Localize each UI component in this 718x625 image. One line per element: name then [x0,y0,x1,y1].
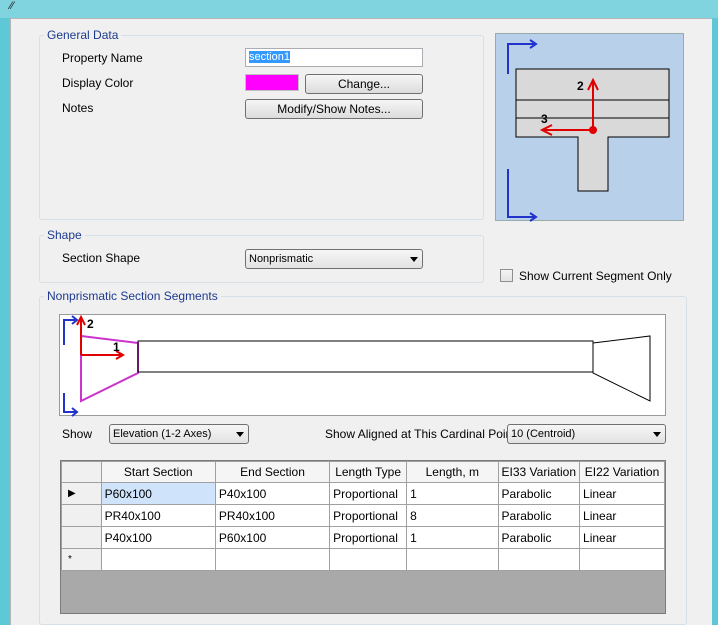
elevation-preview: 2 1 [59,314,666,417]
row-header[interactable] [61,526,102,549]
segment-3-tapered [592,335,651,402]
table-cell-empty[interactable] [329,548,408,571]
window-title-strip: ⁄⁄ [0,0,718,18]
table-row[interactable]: ▶ P60x100 P40x100 Proportional 1 Parabol… [61,482,665,505]
elev-axis-1-label: 1 [113,340,120,354]
elev-axis-2-label: 2 [87,317,94,331]
window-icon: ⁄⁄ [10,0,14,12]
table-cell[interactable]: P40x100 [100,526,216,549]
show-current-segment-checkbox[interactable] [500,269,513,282]
table-cell[interactable]: P40x100 [214,482,331,505]
chevron-down-icon [653,432,661,437]
table-cell-empty[interactable] [579,548,665,571]
table-cell[interactable]: Linear [579,504,665,527]
show-view-value: Elevation (1-2 Axes) [113,428,212,440]
change-color-button[interactable]: Change... [305,74,423,94]
new-row-marker[interactable]: * [61,548,102,571]
notes-label: Notes [62,101,94,115]
table-cell-empty[interactable] [406,548,499,571]
elevation-preview-svg: 2 1 [63,314,651,417]
property-name-input[interactable]: section1 [245,48,423,67]
display-color-label: Display Color [62,76,134,90]
column-header[interactable]: Start Section [100,461,216,483]
section-shape-value: Nonprismatic [249,253,314,265]
table-cell[interactable]: Linear [579,482,665,505]
table-cell[interactable]: 8 [406,504,499,527]
table-cell-empty[interactable] [214,548,331,571]
section-shape-dropdown[interactable]: Nonprismatic [245,249,423,269]
show-current-segment-label: Show Current Segment Only [519,269,672,283]
cardinal-point-label: Show Aligned at This Cardinal Point [325,427,516,441]
table-cell[interactable]: Proportional [329,526,408,549]
chevron-down-icon [410,257,418,262]
table-row[interactable]: PR40x100 PR40x100 Proportional 8 Parabol… [61,504,665,527]
current-row-marker[interactable]: ▶ [61,482,102,505]
table-cell[interactable]: 1 [406,482,499,505]
table-cell-empty[interactable] [100,548,216,571]
table-cell[interactable]: PR40x100 [100,504,216,527]
segments-table: Start Section End Section Length Type Le… [61,461,665,571]
corner-marker-bottom [507,169,536,218]
table-cell[interactable]: Linear [579,526,665,549]
property-name-label: Property Name [62,51,143,65]
table-header-row: Start Section End Section Length Type Le… [61,461,665,483]
table-cell[interactable]: Parabolic [497,526,581,549]
segment-2-prismatic [137,340,594,373]
cardinal-point-value: 10 (Centroid) [511,428,576,440]
general-data-title: General Data [44,28,122,42]
centroid-point [589,126,597,134]
column-header[interactable]: EI33 Variation [497,461,581,483]
preview-axis-3-label: 3 [541,112,548,126]
column-header[interactable]: Length, m [406,461,499,483]
show-view-dropdown[interactable]: Elevation (1-2 Axes) [109,424,249,444]
table-cell[interactable]: Proportional [329,482,408,505]
column-header[interactable]: End Section [214,461,331,483]
column-header[interactable]: EI22 Variation [579,461,665,483]
table-cell[interactable]: P60x100 [100,482,216,505]
property-name-value: section1 [249,51,290,63]
table-cell-empty[interactable] [497,548,581,571]
table-row[interactable]: P40x100 P60x100 Proportional 1 Parabolic… [61,526,665,549]
elev-corner-top [63,319,76,345]
table-cell[interactable]: 1 [406,526,499,549]
column-header[interactable]: Length Type [329,461,408,483]
table-cell[interactable]: Parabolic [497,482,581,505]
row-header[interactable] [61,504,102,527]
background-strip [0,18,10,625]
table-cell[interactable]: PR40x100 [214,504,331,527]
cardinal-point-dropdown[interactable]: 10 (Centroid) [507,424,666,444]
segments-title: Nonprismatic Section Segments [44,289,221,303]
chevron-down-icon [236,432,244,437]
segment-1-tapered [80,334,139,403]
modify-notes-button[interactable]: Modify/Show Notes... [245,99,423,119]
table-cell[interactable]: P60x100 [214,526,331,549]
table-cell[interactable]: Parabolic [497,504,581,527]
section-preview-svg: 2 3 [507,39,670,222]
show-label: Show [62,427,93,441]
segments-grid: Start Section End Section Length Type Le… [60,460,666,614]
row-header-corner [61,461,102,483]
shape-title: Shape [44,228,85,242]
section-preview: 2 3 [495,33,684,222]
new-row[interactable]: * [61,548,665,571]
preview-axis-2-label: 2 [577,79,584,93]
section-shape-label: Section Shape [62,251,141,265]
table-cell[interactable]: Proportional [329,504,408,527]
display-color-swatch[interactable] [245,74,299,91]
